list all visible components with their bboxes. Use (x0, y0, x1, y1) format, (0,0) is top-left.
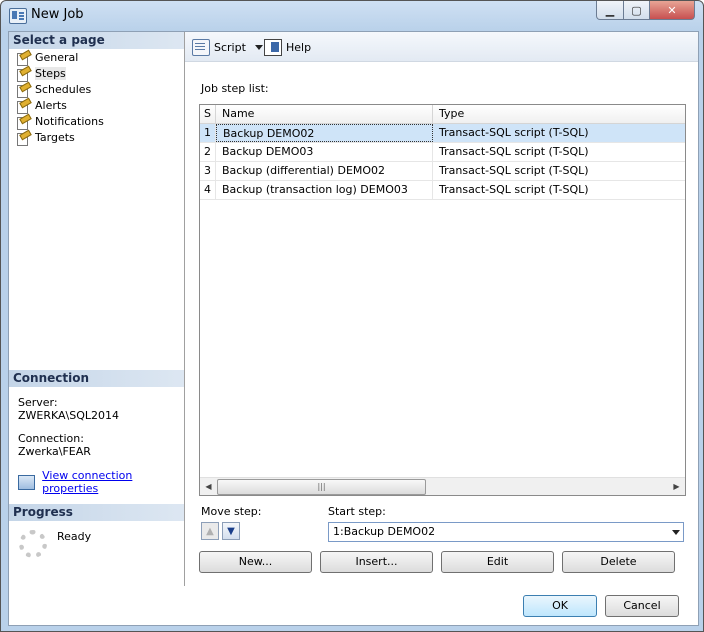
view-connection-properties-link[interactable]: View connection properties (42, 469, 184, 495)
page-item-general[interactable]: General (15, 49, 104, 66)
app-window-icon (9, 8, 27, 24)
table-row[interactable]: 2 Backup DEMO03 Transact-SQL script (T-SQL… (200, 143, 685, 162)
connection-properties-icon (18, 474, 36, 490)
step-number-cell: 4 (200, 181, 216, 199)
progress-status: Ready (57, 530, 92, 543)
step-type-cell: Transact-SQL script (T-SQL) (439, 183, 589, 196)
scroll-left-icon[interactable]: ◀ (200, 478, 217, 495)
page-wand-icon (15, 129, 32, 146)
close-button[interactable]: ✕ (650, 1, 695, 20)
scrollbar-thumb[interactable]: ||| (217, 479, 426, 495)
column-header-name[interactable]: Name (216, 105, 433, 123)
server-label: Server: (18, 396, 58, 409)
step-number-cell: 3 (200, 162, 216, 180)
page-item-targets[interactable]: Targets (15, 129, 104, 146)
scroll-right-icon[interactable]: ▶ (668, 478, 685, 495)
move-step-label: Move step: (201, 505, 262, 518)
start-step-select[interactable]: 1:Backup DEMO02 (328, 522, 684, 542)
insert-step-button[interactable]: Insert... (320, 551, 433, 573)
view-connection-properties[interactable]: View connection properties (18, 469, 184, 495)
steps-page: Script Help Job step list: S Name Type 1… (185, 32, 698, 586)
page-item-notifications[interactable]: Notifications (15, 113, 104, 130)
connection-label: Connection: (18, 432, 84, 445)
move-step-down-button[interactable]: ▼ (222, 522, 240, 540)
ok-button[interactable]: OK (523, 595, 597, 617)
move-step-up-button[interactable]: ▲ (201, 522, 219, 540)
help-label: Help (286, 41, 312, 54)
script-label: Script (214, 41, 246, 54)
help-icon (264, 39, 282, 56)
page-item-label: Steps (35, 67, 66, 80)
step-name-cell: Backup DEMO02 (216, 124, 433, 142)
page-wand-icon (15, 49, 32, 66)
page-wand-icon (15, 81, 32, 98)
left-pane: Select a page General Steps Schedules Alert… (9, 32, 185, 586)
connection-value: Zwerka\FEAR (18, 445, 91, 458)
page-item-steps[interactable]: Steps (15, 65, 104, 82)
grid-header: S Name Type (200, 105, 685, 124)
step-name-cell: Backup (transaction log) DEMO03 (216, 181, 433, 199)
page-item-alerts[interactable]: Alerts (15, 97, 104, 114)
table-row[interactable]: 3 Backup (differential) DEMO02 Transact-SQ… (200, 162, 685, 181)
minimize-icon: ▁ (605, 3, 615, 17)
delete-step-button[interactable]: Delete (562, 551, 675, 573)
step-name-cell: Backup DEMO03 (216, 143, 433, 161)
maximize-icon: ▢ (631, 3, 642, 17)
column-header-type[interactable]: Type (433, 105, 685, 123)
step-name-cell: Backup (differential) DEMO02 (216, 162, 433, 180)
page-wand-icon (15, 113, 32, 130)
step-number-cell: 2 (200, 143, 216, 161)
toolbar: Script Help (185, 32, 698, 62)
close-icon: ✕ (667, 3, 677, 17)
page-item-label: Notifications (35, 115, 104, 128)
script-icon (192, 39, 210, 56)
step-number-cell: 1 (200, 124, 216, 142)
arrow-up-icon: ▲ (206, 525, 214, 537)
page-item-label: Alerts (35, 99, 67, 112)
new-job-window: New Job ▁ ▢ ✕ Select a page General Steps… (0, 0, 704, 632)
cancel-button[interactable]: Cancel (605, 595, 679, 617)
script-button[interactable]: Script (192, 39, 263, 56)
page-wand-icon (15, 65, 32, 82)
select-page-header: Select a page (9, 32, 184, 49)
server-value: ZWERKA\SQL2014 (18, 409, 120, 422)
page-item-label: General (35, 51, 79, 64)
script-dropdown-icon[interactable] (254, 45, 263, 50)
chevron-down-icon (672, 530, 680, 535)
page-item-label: Targets (35, 131, 75, 144)
new-step-button[interactable]: New... (199, 551, 312, 573)
maximize-button[interactable]: ▢ (624, 1, 650, 20)
column-header-s[interactable]: S (200, 105, 216, 123)
dialog-client-area: Select a page General Steps Schedules Alert… (8, 31, 699, 626)
edit-step-button[interactable]: Edit (441, 551, 554, 573)
page-wand-icon (15, 97, 32, 114)
start-step-value: 1:Backup DEMO02 (333, 525, 436, 538)
step-type-cell: Transact-SQL script (T-SQL) (439, 145, 589, 158)
start-step-label: Start step: (328, 505, 386, 518)
progress-spinner-icon (19, 530, 47, 558)
step-type-cell: Transact-SQL script (T-SQL) (439, 126, 589, 139)
help-button[interactable]: Help (264, 39, 311, 56)
connection-header: Connection (9, 370, 184, 387)
minimize-button[interactable]: ▁ (596, 1, 624, 20)
title-bar[interactable]: New Job ▁ ▢ ✕ (1, 1, 703, 29)
page-list: General Steps Schedules Alerts Notifications… (15, 49, 104, 146)
page-item-label: Schedules (35, 83, 92, 96)
job-step-grid[interactable]: S Name Type 1 Backup DEMO02 Transact-SQL s… (199, 104, 686, 496)
page-item-schedules[interactable]: Schedules (15, 81, 104, 98)
window-title: New Job (31, 7, 84, 22)
progress-header: Progress (9, 504, 184, 521)
table-row[interactable]: 1 Backup DEMO02 Transact-SQL script (T-SQL… (200, 124, 685, 143)
step-type-cell: Transact-SQL script (T-SQL) (439, 164, 589, 177)
table-row[interactable]: 4 Backup (transaction log) DEMO03 Transact… (200, 181, 685, 200)
horizontal-scrollbar[interactable]: ◀ ||| ▶ (200, 477, 685, 495)
job-step-list-label: Job step list: (201, 82, 269, 95)
arrow-down-icon: ▼ (227, 525, 235, 537)
